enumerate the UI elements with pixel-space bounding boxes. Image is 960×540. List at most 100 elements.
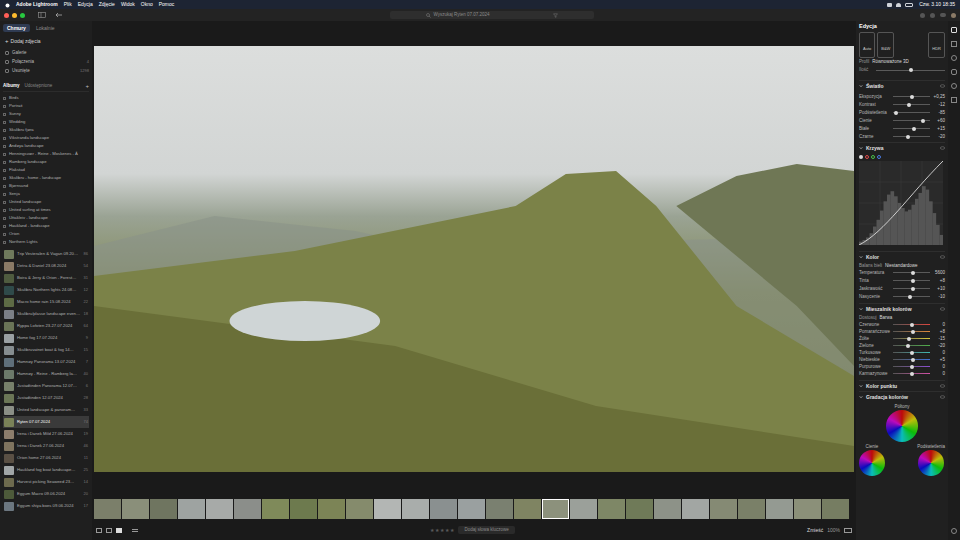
- presets-icon[interactable]: [951, 97, 957, 103]
- amount-row[interactable]: Ilość: [859, 66, 945, 74]
- slider-thumb[interactable]: [910, 95, 914, 99]
- slider-thumb[interactable]: [907, 337, 911, 341]
- source-tab[interactable]: Chmury: [3, 24, 30, 32]
- color-wheel[interactable]: [918, 450, 944, 476]
- mixer-adjust-row[interactable]: DostosujBarwa: [859, 314, 945, 321]
- square-view-icon[interactable]: [106, 528, 112, 533]
- album-item[interactable]: Harvest picking Seaweed 23…14: [3, 476, 89, 488]
- menu-item[interactable]: Zdjęcie: [99, 1, 115, 8]
- grid-view-icon[interactable]: [96, 528, 102, 533]
- folder-item[interactable]: United landscape: [3, 198, 89, 206]
- slider-track[interactable]: [893, 110, 930, 115]
- channel-blue-icon[interactable]: [877, 155, 881, 159]
- account-icon[interactable]: [951, 13, 956, 18]
- hdr-button[interactable]: HDR: [928, 32, 945, 58]
- slider-track[interactable]: [893, 118, 930, 123]
- album-item[interactable]: Ryppa Lofoten 23-27.07.202464: [3, 320, 89, 332]
- album-item[interactable]: Eggum Macro 09.06.202420: [3, 488, 89, 500]
- detail-view-icon[interactable]: [116, 528, 122, 533]
- slider-track[interactable]: [893, 278, 930, 283]
- album-item[interactable]: Ryten 07.07.202474: [3, 416, 89, 428]
- edit-icon[interactable]: [951, 27, 957, 33]
- album-item[interactable]: Haukland fog boat landscape…25: [3, 464, 89, 476]
- folder-item[interactable]: Wedding: [3, 118, 89, 126]
- cloud-icon[interactable]: [940, 13, 946, 17]
- slider-track[interactable]: [893, 286, 930, 291]
- nav-item[interactable]: Połączenia4: [3, 57, 89, 66]
- slider-row[interactable]: Jaskrawość+10: [859, 285, 945, 292]
- slider-row[interactable]: Tinta+8: [859, 277, 945, 284]
- folder-item[interactable]: Flakstad: [3, 166, 89, 174]
- slider-row[interactable]: Purpurowe0: [859, 363, 945, 370]
- section-header[interactable]: Krzywa: [859, 142, 945, 153]
- slider-thumb[interactable]: [906, 344, 910, 348]
- album-tab[interactable]: Udostępnione: [25, 83, 53, 89]
- slider-thumb[interactable]: [911, 279, 915, 283]
- slider-row[interactable]: Cienie+60: [859, 117, 945, 124]
- filmstrip-thumbnail[interactable]: [682, 499, 709, 519]
- slider-thumb[interactable]: [921, 119, 925, 123]
- filmstrip-thumbnail[interactable]: [234, 499, 261, 519]
- album-item[interactable]: Skulibruvatnet boat & fog 14…15: [3, 344, 89, 356]
- mode-button[interactable]: Auto: [859, 32, 875, 58]
- crop-icon[interactable]: [951, 41, 957, 47]
- slider-thumb[interactable]: [911, 330, 915, 334]
- search-field[interactable]: Wyszukaj Ryten 07.07.2024: [390, 11, 594, 19]
- filmstrip-thumbnail[interactable]: [430, 499, 457, 519]
- slider-track[interactable]: [893, 102, 930, 107]
- rating-star[interactable]: ★: [450, 527, 454, 533]
- folder-item[interactable]: Vikstranda landscape: [3, 134, 89, 142]
- slider-thumb[interactable]: [910, 323, 914, 327]
- filmstrip-thumbnail[interactable]: [262, 499, 289, 519]
- section-header[interactable]: Światło: [859, 80, 945, 91]
- slider-row[interactable]: Temperatura5600: [859, 269, 945, 276]
- rating-star[interactable]: ★: [440, 527, 444, 533]
- album-item[interactable]: Boira & Jerry & Orion - Forest…31: [3, 272, 89, 284]
- sidebar-icon[interactable]: [38, 12, 46, 18]
- slider-row[interactable]: Kontrast-12: [859, 101, 945, 108]
- filmstrip-thumbnail[interactable]: [710, 499, 737, 519]
- notifications-icon[interactable]: [930, 13, 935, 18]
- filmstrip-thumbnail[interactable]: [514, 499, 541, 519]
- menu-item[interactable]: Plik: [64, 1, 72, 8]
- album-item[interactable]: Irena i Danek Mild 27.06.202419: [3, 428, 89, 440]
- slider-row[interactable]: Pomarańczowe+8: [859, 328, 945, 335]
- slider-row[interactable]: Turkusowe0: [859, 349, 945, 356]
- slider-track[interactable]: [893, 126, 930, 131]
- folder-item[interactable]: Portrait: [3, 102, 89, 110]
- folder-item[interactable]: United surfing at times: [3, 206, 89, 214]
- folder-item[interactable]: Skulibru - home - landscape: [3, 174, 89, 182]
- album-item[interactable]: Justadtinden Panorama 12.07…6: [3, 380, 89, 392]
- menu-item[interactable]: Widok: [121, 1, 135, 8]
- section-header[interactable]: Mieszalnik kolorów: [859, 303, 945, 314]
- rating-star[interactable]: ★: [435, 527, 439, 533]
- channel-green-icon[interactable]: [871, 155, 875, 159]
- channel-rgb-icon[interactable]: [859, 155, 863, 159]
- filmstrip-thumbnail[interactable]: [150, 499, 177, 519]
- compare-icon[interactable]: [844, 528, 852, 533]
- slider-track[interactable]: [893, 364, 930, 369]
- menu-app-name[interactable]: Adobe Lightroom: [16, 1, 58, 8]
- slider-track[interactable]: [893, 329, 930, 334]
- filmstrip-thumbnail[interactable]: [94, 499, 121, 519]
- slider-row[interactable]: Niebieskie+5: [859, 356, 945, 363]
- album-item[interactable]: Skulibru Northern lights 24.08…12: [3, 284, 89, 296]
- slider-thumb[interactable]: [907, 103, 911, 107]
- nav-item[interactable]: Usunięte1298: [3, 66, 89, 75]
- amount-thumb[interactable]: [909, 68, 913, 72]
- filmstrip-thumbnail[interactable]: [402, 499, 429, 519]
- album-item[interactable]: Hamnøy - Reine - Ramberg la…40: [3, 368, 89, 380]
- add-photos-button[interactable]: +Dodaj zdjęcia: [3, 37, 89, 45]
- slider-thumb[interactable]: [911, 287, 915, 291]
- filmstrip-thumbnail[interactable]: [346, 499, 373, 519]
- slider-track[interactable]: [893, 336, 930, 341]
- slider-row[interactable]: Żółte-15: [859, 335, 945, 342]
- slider-thumb[interactable]: [912, 127, 916, 131]
- channel-red-icon[interactable]: [865, 155, 869, 159]
- album-item[interactable]: United landscape & panoram…33: [3, 404, 89, 416]
- filmstrip-thumbnail[interactable]: [654, 499, 681, 519]
- slider-thumb[interactable]: [906, 135, 910, 139]
- filmstrip-thumbnail[interactable]: [290, 499, 317, 519]
- nav-item[interactable]: Galerie: [3, 48, 89, 57]
- slider-row[interactable]: Podświetlenia-85: [859, 109, 945, 116]
